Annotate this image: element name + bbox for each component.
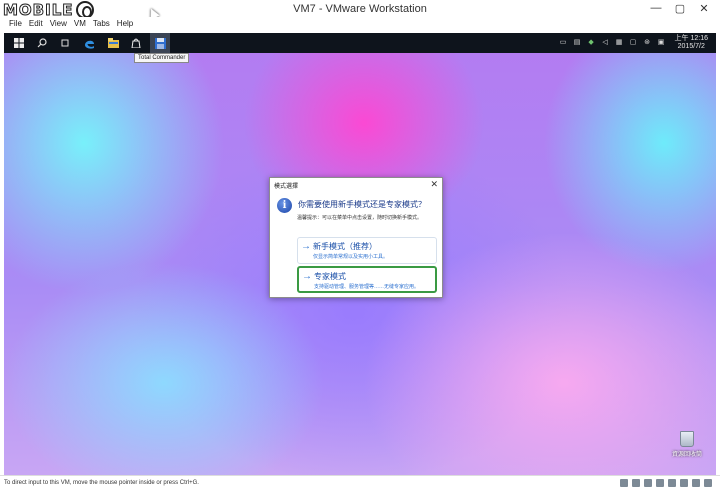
notification-icon[interactable]: ▢ bbox=[629, 39, 638, 47]
option-title: 专家模式 bbox=[314, 272, 346, 281]
taskbar-tooltip: Total Commander bbox=[134, 53, 190, 63]
menu-edit[interactable]: Edit bbox=[29, 17, 43, 30]
recycle-bin-label: 資源回收筒 bbox=[671, 452, 702, 458]
hard-disk-icon[interactable] bbox=[620, 479, 628, 487]
display-icon[interactable]: ▣ bbox=[657, 39, 666, 47]
network-adapter-icon[interactable] bbox=[644, 479, 652, 487]
vmware-status-bar: To direct input to this VM, move the mou… bbox=[0, 475, 720, 491]
menu-tabs[interactable]: Tabs bbox=[93, 17, 110, 30]
dialog-note: 温馨提示：可以在菜单中点击设置，随时切换新手模式。 bbox=[297, 215, 423, 221]
dialog-heading: 你需要使用新手模式还是专家模式？ bbox=[298, 200, 426, 209]
option-title: 新手模式（推荐） bbox=[313, 242, 377, 251]
recycle-bin[interactable]: 資源回收筒 bbox=[670, 431, 704, 458]
menu-bar: File Edit View VM Tabs Help bbox=[0, 17, 720, 30]
printer-icon[interactable] bbox=[680, 479, 688, 487]
maximize-button[interactable]: ▢ bbox=[668, 0, 692, 16]
vmware-title-bar: MOBILE VM7 - VMware Workstation — ▢ ✕ bbox=[0, 0, 720, 20]
minimize-button[interactable]: — bbox=[644, 0, 668, 16]
volume-icon[interactable]: ◁ bbox=[601, 39, 610, 47]
search-icon[interactable] bbox=[35, 36, 49, 50]
clock[interactable]: 上午 12:16 2015/7/2 bbox=[675, 35, 708, 51]
option-description: 仅显示简单常规以及实用小工具。 bbox=[313, 254, 389, 260]
clock-date: 2015/7/2 bbox=[677, 43, 705, 50]
arrow-right-icon: → bbox=[301, 241, 311, 252]
system-tray: ▭ ▤ ◆ ◁ ▦ ▢ ⊛ ▣ 上午 12:16 2015/7/2 bbox=[559, 33, 708, 53]
recycle-bin-icon bbox=[680, 431, 694, 447]
settings-icon[interactable]: ⊛ bbox=[643, 39, 652, 47]
usb-icon[interactable] bbox=[656, 479, 664, 487]
menu-vm[interactable]: VM bbox=[74, 17, 86, 30]
keyboard-icon[interactable]: ▦ bbox=[615, 39, 624, 47]
language-icon[interactable]: ▭ bbox=[559, 39, 568, 47]
edge-browser-icon[interactable] bbox=[82, 36, 96, 50]
menu-help[interactable]: Help bbox=[117, 17, 133, 30]
store-icon[interactable] bbox=[129, 36, 143, 50]
device-status-icons bbox=[620, 479, 712, 487]
mode-selection-dialog: 模式選擇 ✕ i 你需要使用新手模式还是专家模式？ 温馨提示：可以在菜单中点击设… bbox=[269, 177, 443, 298]
cd-drive-icon[interactable] bbox=[632, 479, 640, 487]
task-view-icon[interactable] bbox=[58, 36, 72, 50]
menu-file[interactable]: File bbox=[9, 17, 22, 30]
messages-icon[interactable] bbox=[704, 479, 712, 487]
total-commander-taskbar-button[interactable] bbox=[150, 33, 170, 53]
floppy-disk-icon bbox=[153, 36, 167, 50]
sound-card-icon[interactable] bbox=[668, 479, 676, 487]
menu-view[interactable]: View bbox=[50, 17, 67, 30]
info-icon: i bbox=[277, 198, 292, 213]
window-title: VM7 - VMware Workstation bbox=[293, 3, 427, 15]
arrow-right-icon: → bbox=[302, 271, 312, 282]
close-window-button[interactable]: ✕ bbox=[692, 0, 716, 16]
dialog-title: 模式選擇 bbox=[274, 184, 299, 190]
display-icon[interactable] bbox=[692, 479, 700, 487]
file-explorer-icon[interactable] bbox=[106, 36, 120, 50]
shield-icon[interactable]: ◆ bbox=[587, 39, 596, 47]
clock-time: 上午 12:16 bbox=[674, 35, 708, 42]
option-description: 支持驱动管理、服务管理等……无缝专家应用。 bbox=[314, 284, 420, 290]
beginner-mode-option[interactable]: → 新手模式（推荐） 仅显示简单常规以及实用小工具。 bbox=[297, 237, 437, 264]
windows-start-icon[interactable] bbox=[12, 36, 26, 50]
guest-taskbar: ▭ ▤ ◆ ◁ ▦ ▢ ⊛ ▣ 上午 12:16 2015/7/2 bbox=[4, 33, 716, 53]
status-message: To direct input to this VM, move the mou… bbox=[4, 480, 199, 486]
expert-mode-option[interactable]: → 专家模式 支持驱动管理、服务管理等……无缝专家应用。 bbox=[297, 266, 437, 293]
network-icon[interactable]: ▤ bbox=[573, 39, 582, 47]
dialog-close-button[interactable]: ✕ bbox=[430, 179, 438, 190]
